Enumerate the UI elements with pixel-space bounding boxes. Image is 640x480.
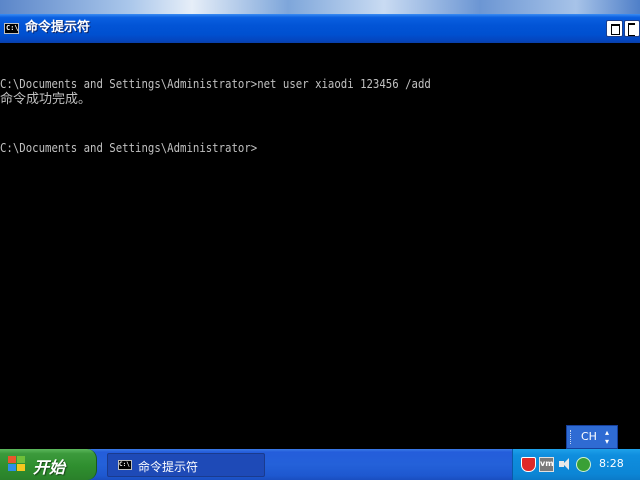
vm-icon[interactable]: vm	[539, 457, 554, 472]
network-icon[interactable]	[576, 457, 591, 472]
console-area[interactable]: C:\Documents and Settings\Administrator>…	[0, 43, 640, 447]
cmd-icon[interactable]: C:\	[4, 23, 19, 34]
shield-icon[interactable]	[521, 457, 536, 472]
restore-button[interactable]	[606, 20, 623, 37]
start-label: 开始	[33, 458, 66, 477]
clock[interactable]: 8:28	[599, 457, 624, 470]
window-title-bar[interactable]: C:\ 命令提示符	[0, 14, 640, 43]
langbar-grip-handle[interactable]	[570, 430, 573, 444]
window-title: 命令提示符	[25, 20, 91, 35]
input-language-label[interactable]: CH	[581, 430, 597, 443]
start-button[interactable]: 开始	[0, 449, 97, 480]
language-bar[interactable]: CH ▴ ▾	[566, 425, 618, 449]
langbar-options-icon[interactable]: ▴ ▾	[605, 428, 609, 446]
console-line-output: 命令成功完成。	[0, 92, 92, 107]
close-button[interactable]	[624, 20, 640, 37]
console-line-prompt: C:\Documents and Settings\Administrator>	[0, 141, 258, 155]
taskbar-item-label: 命令提示符	[138, 460, 199, 474]
taskbar: 开始 C:\ 命令提示符 vm 8:28	[0, 449, 640, 480]
console-line-command: C:\Documents and Settings\Administrator>…	[0, 77, 431, 91]
speaker-icon[interactable]	[558, 457, 573, 472]
cmd-icon: C:\	[118, 460, 132, 470]
taskbar-item-command-prompt[interactable]: C:\ 命令提示符	[107, 453, 265, 477]
system-tray: vm 8:28	[512, 449, 640, 480]
windows-flag-icon	[8, 456, 26, 472]
desktop-background	[0, 0, 640, 14]
